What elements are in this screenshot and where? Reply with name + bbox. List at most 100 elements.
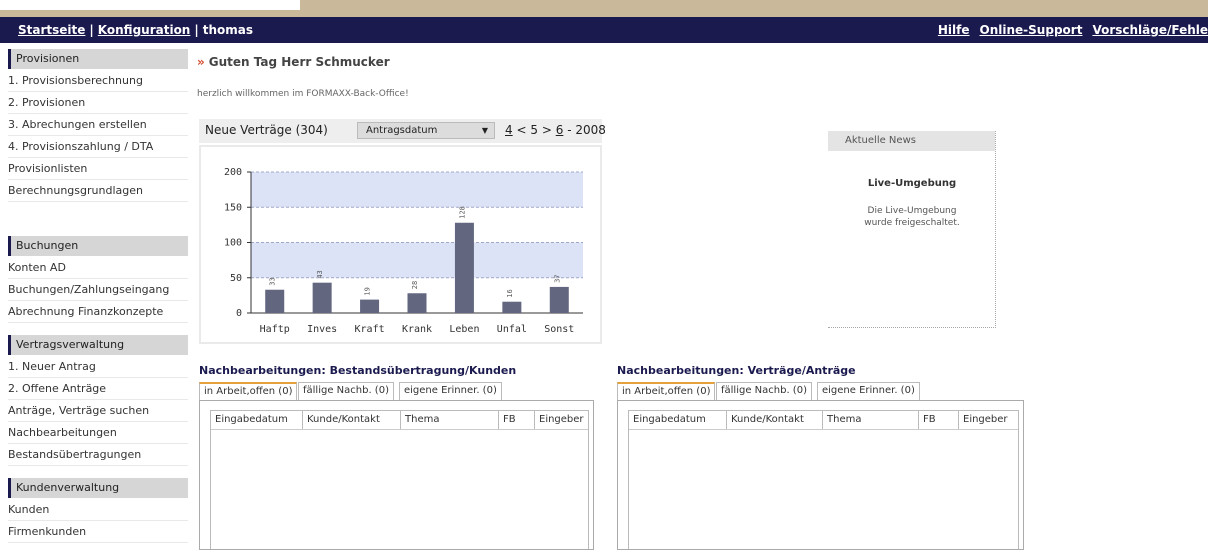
current-user: thomas xyxy=(202,23,254,37)
column-header-thema[interactable]: Thema xyxy=(823,411,919,429)
sidebar-item-neuer-antrag[interactable]: 1. Neuer Antrag xyxy=(8,356,188,378)
nav-link-hilfe[interactable]: Hilfe xyxy=(938,23,970,37)
column-header-eingeber[interactable]: Eingeber xyxy=(959,411,1018,429)
top-accent-bar xyxy=(0,0,1208,17)
results-table: Eingabedatum Kunde/Kontakt Thema FB Eing… xyxy=(628,410,1019,549)
sidebar-item-kunden[interactable]: Kunden xyxy=(8,499,188,521)
top-navigation-bar: Startseite | Konfiguration | thomas Hilfe Onl… xyxy=(0,17,1208,43)
date-type-select-value: Antragsdatum xyxy=(366,125,438,136)
year-nav-dash: - xyxy=(567,123,572,137)
x-tick-label: Kraft xyxy=(355,324,385,335)
year-navigation: 4 < 5 > 6 - 2008 xyxy=(505,123,606,137)
date-type-select[interactable]: Antragsdatum ▼ xyxy=(357,122,495,139)
y-tick-label: 50 xyxy=(230,273,242,284)
tab-eigene-erinner[interactable]: eigene Erinner. (0) xyxy=(817,382,920,400)
bullet-arrow-icon: » xyxy=(197,55,205,69)
tab-content: Eingabedatum Kunde/Kontakt Thema FB Eing… xyxy=(199,400,594,550)
bar xyxy=(454,222,474,313)
table-header: Eingabedatum Kunde/Kontakt Thema FB Eing… xyxy=(211,411,588,430)
column-header-eingabedatum[interactable]: Eingabedatum xyxy=(211,411,303,429)
tab-bar: in Arbeit,offen (0) fällige Nachb. (0) e… xyxy=(617,380,1022,400)
column-header-fb[interactable]: FB xyxy=(919,411,959,429)
bar xyxy=(549,286,569,313)
nav-link-startseite[interactable]: Startseite xyxy=(18,23,85,37)
sidebar-group-provisionen: Provisionen 1. Provisionsberechnung 2. P… xyxy=(8,49,188,224)
year-link-next[interactable]: 6 xyxy=(556,123,564,137)
grid-band xyxy=(251,242,583,278)
sidebar-item-provisionsberechnung[interactable]: 1. Provisionsberechnung xyxy=(8,70,188,92)
nachbearbeitung-left-panel: Nachbearbeitungen: Bestandsübertragung/K… xyxy=(199,364,604,550)
bar-value-label: 16 xyxy=(506,289,514,297)
sidebar-item-firmenkunden[interactable]: Firmenkunden xyxy=(8,521,188,543)
column-header-kunde[interactable]: Kunde/Kontakt xyxy=(303,411,401,429)
chart-panel-title: Neue Verträge (304) xyxy=(205,123,328,137)
x-tick-label: Unfal xyxy=(497,324,527,335)
sidebar-item-provisionlisten[interactable]: Provisionlisten xyxy=(8,158,188,180)
column-header-fb[interactable]: FB xyxy=(499,411,535,429)
news-header: Aktuelle News xyxy=(828,131,995,151)
sidebar-heading[interactable]: Vertragsverwaltung xyxy=(8,335,188,355)
news-panel: Aktuelle News Live-Umgebung Die Live-Umg… xyxy=(828,131,996,328)
x-tick-label: Haftp xyxy=(260,324,290,335)
x-tick-label: Leben xyxy=(449,324,479,335)
sidebar-item-konten-ad[interactable]: Konten AD xyxy=(8,257,188,279)
sidebar-item-bestandsuebertragungen[interactable]: Bestandsübertragungen xyxy=(8,444,188,466)
tab-in-arbeit[interactable]: in Arbeit,offen (0) xyxy=(617,382,716,400)
nav-link-vorschlaege[interactable]: Vorschläge/Fehle xyxy=(1092,23,1208,37)
table-header: Eingabedatum Kunde/Kontakt Thema FB Eing… xyxy=(629,411,1018,430)
sidebar: Provisionen 1. Provisionsberechnung 2. P… xyxy=(8,49,188,555)
y-tick-label: 150 xyxy=(224,202,242,213)
tab-faellige-nachb[interactable]: fällige Nachb. (0) xyxy=(298,382,394,400)
tab-faellige-nachb[interactable]: fällige Nachb. (0) xyxy=(716,382,812,400)
sidebar-item-abrechnung-finanzkonzepte[interactable]: Abrechnung Finanzkonzepte xyxy=(8,301,188,323)
bar xyxy=(407,293,427,313)
year-nav-lt: < xyxy=(516,123,527,137)
new-contracts-panel: Neue Verträge (304) Antragsdatum ▼ 4 < 5 … xyxy=(199,119,606,344)
bar-chart: 0 50 100 150 200 33 Haftp 43 Inves 19 Kraft 28 Krank… xyxy=(224,167,583,335)
sidebar-heading[interactable]: Provisionen xyxy=(8,49,188,69)
dropdown-arrow-icon: ▼ xyxy=(481,126,488,135)
bar xyxy=(502,301,522,313)
tab-bar: in Arbeit,offen (0) fällige Nachb. (0) e… xyxy=(199,380,604,400)
year-value: 2008 xyxy=(575,123,606,137)
column-header-eingeber[interactable]: Eingeber xyxy=(535,411,588,429)
bar-value-label: 37 xyxy=(553,274,561,282)
x-tick-label: Inves xyxy=(307,324,337,335)
sidebar-item-provisionszahlung[interactable]: 4. Provisionszahlung / DTA xyxy=(8,136,188,158)
year-current: 5 xyxy=(530,123,538,137)
year-link-prev[interactable]: 4 xyxy=(505,123,513,137)
sidebar-item-berechnungsgrundlagen[interactable]: Berechnungsgrundlagen xyxy=(8,180,188,202)
nav-link-konfiguration[interactable]: Konfiguration xyxy=(98,23,191,37)
bar-value-label: 128 xyxy=(458,206,466,219)
news-text: Die Live-Umgebung wurde freigeschaltet. xyxy=(828,205,996,229)
bar xyxy=(360,299,380,313)
column-header-thema[interactable]: Thema xyxy=(401,411,499,429)
chart-body: 0 50 100 150 200 33 Haftp 43 Inves 19 Kraft 28 Krank… xyxy=(199,145,602,344)
sidebar-item-abrechungen-erstellen[interactable]: 3. Abrechungen erstellen xyxy=(8,114,188,136)
sidebar-item-nachbearbeitungen[interactable]: Nachbearbeitungen xyxy=(8,422,188,444)
sidebar-heading[interactable]: Kundenverwaltung xyxy=(8,478,188,498)
sidebar-group-buchungen: Buchungen Konten AD Buchungen/Zahlungsei… xyxy=(8,236,188,323)
bar-value-label: 43 xyxy=(316,270,324,278)
column-header-eingabedatum[interactable]: Eingabedatum xyxy=(629,411,727,429)
y-tick-label: 0 xyxy=(236,308,242,319)
grid-band xyxy=(251,172,583,208)
sidebar-item-buchungen-zahlungseingang[interactable]: Buchungen/Zahlungseingang xyxy=(8,279,188,301)
column-header-kunde[interactable]: Kunde/Kontakt xyxy=(727,411,823,429)
chart-panel-header: Neue Verträge (304) Antragsdatum ▼ 4 < 5 … xyxy=(199,119,606,143)
news-line: Die Live-Umgebung xyxy=(867,206,957,216)
tab-eigene-erinner[interactable]: eigene Erinner. (0) xyxy=(399,382,502,400)
nachbearbeitung-right-title: Nachbearbeitungen: Verträge/Anträge xyxy=(617,364,856,377)
year-nav-gt: > xyxy=(541,123,552,137)
bar-value-label: 33 xyxy=(269,277,277,285)
tab-in-arbeit[interactable]: in Arbeit,offen (0) xyxy=(199,382,298,400)
sidebar-item-antraege-suchen[interactable]: Anträge, Verträge suchen xyxy=(8,400,188,422)
sidebar-item-provisionen[interactable]: 2. Provisionen xyxy=(8,92,188,114)
sidebar-heading[interactable]: Buchungen xyxy=(8,236,188,256)
greeting: » Guten Tag Herr Schmucker xyxy=(197,55,390,69)
bar xyxy=(265,289,285,313)
sidebar-item-offene-antraege[interactable]: 2. Offene Anträge xyxy=(8,378,188,400)
nav-link-online-support[interactable]: Online-Support xyxy=(980,23,1083,37)
results-table: Eingabedatum Kunde/Kontakt Thema FB Eing… xyxy=(210,410,589,549)
